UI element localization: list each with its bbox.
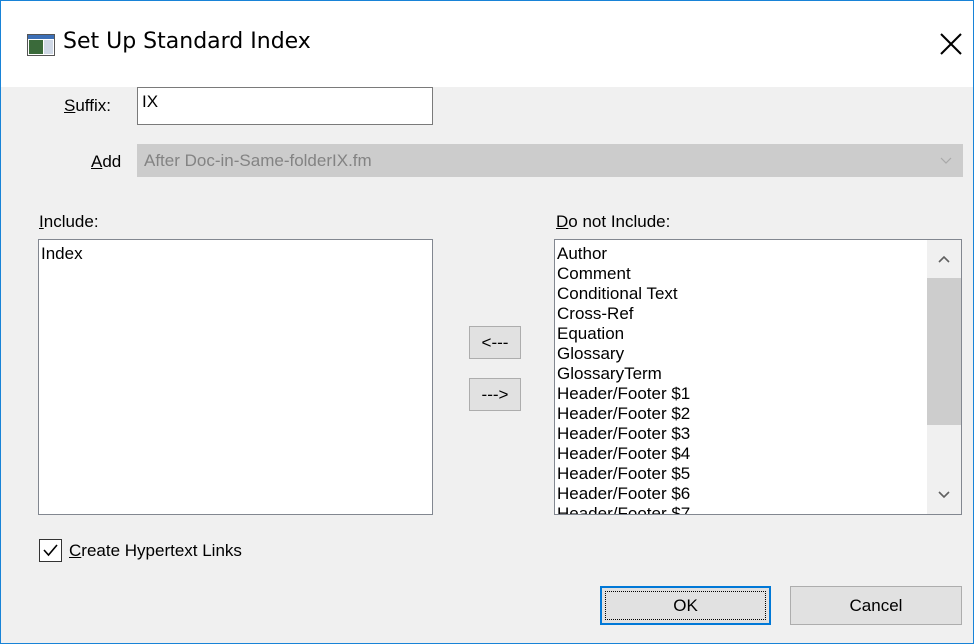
list-item[interactable]: Conditional Text [555, 284, 961, 304]
list-item[interactable]: Comment [555, 264, 961, 284]
list-item[interactable]: Header/Footer $4 [555, 444, 961, 464]
close-icon[interactable] [936, 29, 966, 59]
hypertext-label[interactable]: Create Hypertext Links [69, 541, 242, 561]
list-item[interactable]: Author [555, 244, 961, 264]
add-label: Add [91, 152, 122, 171]
move-to-exclude-button[interactable]: ---> [469, 378, 521, 411]
ok-button[interactable]: OK [600, 586, 771, 625]
list-item[interactable]: GlossaryTerm [555, 364, 961, 384]
list-item[interactable]: Index [39, 244, 432, 264]
app-window-icon [27, 34, 55, 56]
include-list[interactable]: Index [38, 239, 433, 515]
suffix-label: Suffix: [64, 96, 111, 115]
list-item[interactable]: Header/Footer $3 [555, 424, 961, 444]
scroll-down-icon[interactable] [927, 478, 961, 512]
list-item[interactable]: Equation [555, 324, 961, 344]
exclude-scrollbar[interactable] [927, 240, 961, 514]
list-item[interactable]: Header/Footer $6 [555, 484, 961, 504]
include-label: Include: [39, 212, 99, 231]
chevron-down-icon [940, 157, 952, 164]
exclude-list[interactable]: Author Comment Conditional Text Cross-Ref Eq… [554, 239, 962, 515]
list-item[interactable]: Header/Footer $5 [555, 464, 961, 484]
dialog-window: Set Up Standard Index Suffix: IX Add Aft… [0, 0, 974, 644]
list-item[interactable]: Glossary [555, 344, 961, 364]
checkmark-icon [43, 544, 58, 557]
dialog-title: Set Up Standard Index [63, 29, 311, 54]
scrollbar-thumb[interactable] [927, 278, 961, 425]
move-to-include-button[interactable]: <--- [469, 326, 521, 359]
focus-indicator [605, 591, 766, 620]
cancel-button[interactable]: Cancel [790, 586, 962, 625]
list-item[interactable]: Cross-Ref [555, 304, 961, 324]
list-item[interactable]: Header/Footer $7 [555, 504, 961, 514]
suffix-input[interactable]: IX [137, 87, 433, 125]
add-position-select[interactable]: After Doc-in-Same-folderIX.fm [137, 144, 963, 177]
hypertext-checkbox[interactable] [39, 539, 62, 562]
list-item[interactable]: Header/Footer $1 [555, 384, 961, 404]
scroll-up-icon[interactable] [927, 242, 961, 276]
add-selected-value: After Doc-in-Same-folderIX.fm [144, 151, 372, 170]
title-bar: Set Up Standard Index [1, 1, 973, 87]
exclude-label: Do not Include: [556, 212, 671, 231]
list-item[interactable]: Header/Footer $2 [555, 404, 961, 424]
